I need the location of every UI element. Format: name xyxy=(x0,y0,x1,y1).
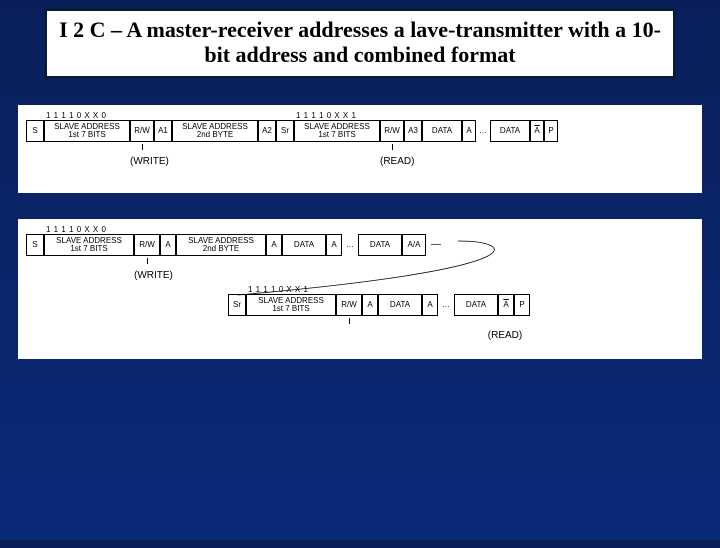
d2-a3: A xyxy=(326,234,342,256)
d2-write: (WRITE) xyxy=(134,270,160,281)
d2-a1: A xyxy=(160,234,176,256)
d2-rw2: R/W xyxy=(336,294,362,316)
d1-rw1: R/W xyxy=(130,120,154,142)
d2-bits-row-top: 1 1 1 1 0 X X 0 xyxy=(26,225,694,234)
d2-box-row-top: S SLAVE ADDRESS 1st 7 BITS R/W A SLAVE A… xyxy=(26,234,694,256)
d2-read: (READ) xyxy=(480,330,530,341)
d2-data1: DATA xyxy=(282,234,326,256)
d2-a4: A xyxy=(362,294,378,316)
d1-S: S xyxy=(26,120,44,142)
d2-lbl-row-top xyxy=(26,258,694,264)
d1-bits-a: 1 1 1 1 0 X X 0 xyxy=(44,111,130,120)
d1-data2: DATA xyxy=(490,120,530,142)
d2-bits-a: 1 1 1 1 0 X X 0 xyxy=(44,225,134,234)
d1-rw2: R/W xyxy=(380,120,404,142)
d2-bits-row-bot: 1 1 1 1 0 X X 1 xyxy=(228,285,530,294)
d2-p: P xyxy=(514,294,530,316)
d2-a5: A xyxy=(422,294,438,316)
d2-box-row-bot: Sr SLAVE ADDRESS 1st 7 BITS R/W A DATA A… xyxy=(228,294,530,316)
d1-bits-row: 1 1 1 1 0 X X 0 1 1 1 1 0 X X 1 xyxy=(26,111,694,120)
d2-aabar: A/A xyxy=(402,234,426,256)
d1-addr2: SLAVE ADDRESS 2nd BYTE xyxy=(172,120,258,142)
d1-a3: A3 xyxy=(404,120,422,142)
slide-title: I 2 C – A master-receiver addresses a la… xyxy=(57,17,663,68)
d2-paren-top: (WRITE) xyxy=(26,266,694,281)
d1-a4: A xyxy=(462,120,476,142)
d2-data4: DATA xyxy=(454,294,498,316)
d1-abar: A xyxy=(530,120,544,142)
d1-addr1: SLAVE ADDRESS 1st 7 BITS xyxy=(44,120,130,142)
d2-sr: Sr xyxy=(228,294,246,316)
d2-abar: A xyxy=(498,294,514,316)
d1-write: (WRITE) xyxy=(130,156,154,167)
d1-a2: A2 xyxy=(258,120,276,142)
d2-S: S xyxy=(26,234,44,256)
d2-addr2: SLAVE ADDRESS 2nd BYTE xyxy=(176,234,266,256)
d2-addr1: SLAVE ADDRESS 1st 7 BITS xyxy=(44,234,134,256)
d1-bits-b: 1 1 1 1 0 X X 1 xyxy=(294,111,380,120)
d2-paren-bot: (READ) xyxy=(228,326,530,341)
d1-data1: DATA xyxy=(422,120,462,142)
d2-a2: A xyxy=(266,234,282,256)
d1-lbl-row xyxy=(26,144,694,150)
d2-rw1: R/W xyxy=(134,234,160,256)
d1-read: (READ) xyxy=(380,156,404,167)
d1-paren-row: (WRITE) (READ) xyxy=(26,152,694,167)
d1-box-row: S SLAVE ADDRESS 1st 7 BITS R/W A1 SLAVE … xyxy=(26,120,694,142)
d2-lbl-row-bot xyxy=(228,318,530,324)
d1-sr: Sr xyxy=(276,120,294,142)
d2-addr1b: SLAVE ADDRESS 1st 7 BITS xyxy=(246,294,336,316)
d2-data2: DATA xyxy=(358,234,402,256)
d2-data3: DATA xyxy=(378,294,422,316)
d2-bits-b: 1 1 1 1 0 X X 1 xyxy=(246,285,336,294)
diagram-2: 1 1 1 1 0 X X 0 S SLAVE ADDRESS 1st 7 BI… xyxy=(18,219,702,359)
title-box: I 2 C – A master-receiver addresses a la… xyxy=(44,8,676,79)
diagram-1: 1 1 1 1 0 X X 0 1 1 1 1 0 X X 1 S SLAVE … xyxy=(18,105,702,193)
d1-a1: A1 xyxy=(154,120,172,142)
d1-addr1b: SLAVE ADDRESS 1st 7 BITS xyxy=(294,120,380,142)
d1-p: P xyxy=(544,120,558,142)
